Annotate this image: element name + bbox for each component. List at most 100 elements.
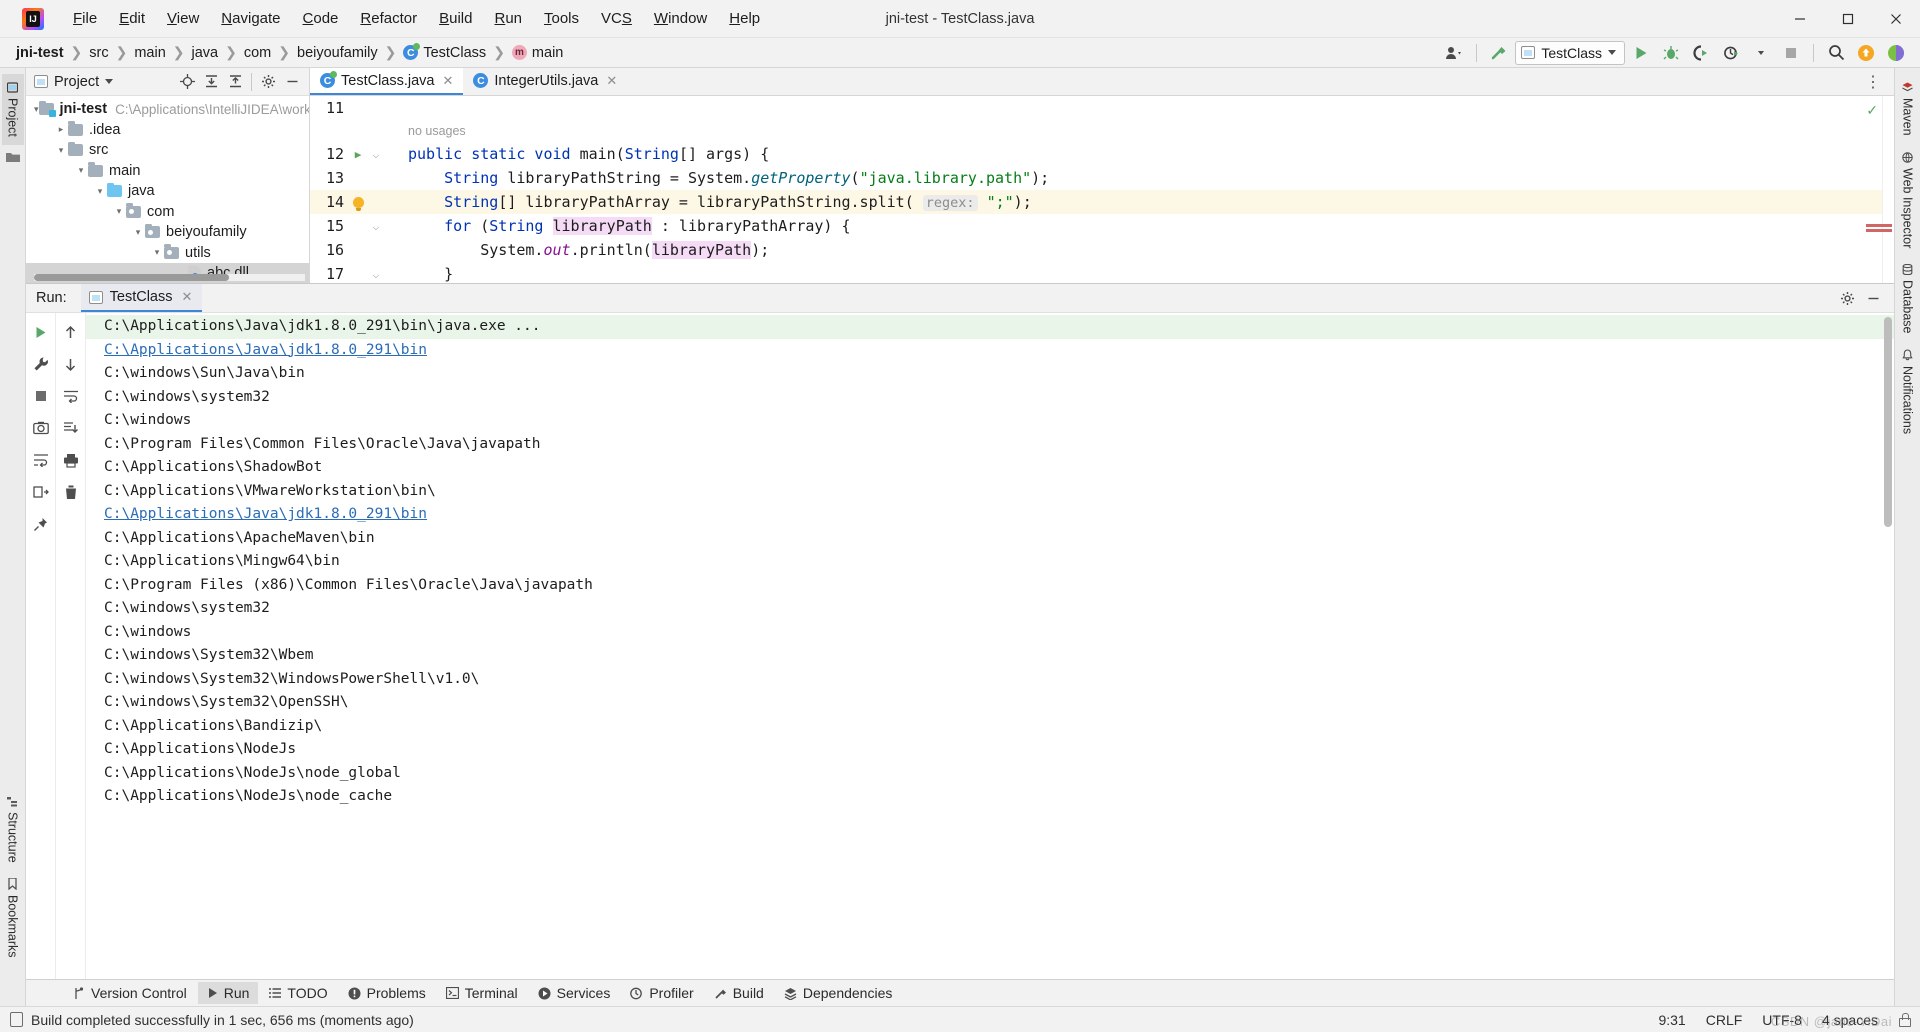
rerun-icon[interactable]	[30, 321, 52, 343]
settings-gear-icon[interactable]	[257, 71, 279, 93]
menu-view[interactable]: View	[156, 6, 210, 31]
readonly-lock-icon[interactable]	[1898, 1012, 1911, 1027]
breadcrumb-item-testclass[interactable]: C TestClass	[399, 43, 490, 63]
profile-button[interactable]	[1717, 41, 1745, 65]
bottom-tab-terminal[interactable]: Terminal	[437, 982, 527, 1004]
caret-position[interactable]: 9:31	[1658, 1012, 1685, 1028]
breadcrumb-item-project[interactable]: jni-test	[12, 43, 68, 63]
tree-item-com[interactable]: ▾ com	[26, 202, 309, 223]
tree-item-java[interactable]: ▾ java	[26, 181, 309, 202]
intention-bulb-icon[interactable]	[350, 196, 366, 211]
run-with-coverage-button[interactable]	[1687, 41, 1715, 65]
more-options-icon[interactable]: ⋮	[1859, 72, 1888, 92]
bottom-tab-profiler[interactable]: Profiler	[621, 982, 702, 1004]
hide-window-icon[interactable]	[1862, 287, 1884, 309]
bottom-tab-todo[interactable]: TODO	[260, 982, 336, 1004]
debug-button[interactable]	[1657, 41, 1685, 65]
chevron-down-icon[interactable]: ▾	[34, 104, 39, 115]
console-line-link[interactable]: C:\Applications\Java\jdk1.8.0_291\bin	[86, 339, 1894, 363]
tree-item-beiyoufamily[interactable]: ▾ beiyoufamily	[26, 222, 309, 243]
bottom-tab-build[interactable]: Build	[705, 982, 773, 1004]
build-hammer-icon[interactable]	[1485, 41, 1513, 65]
menu-refactor[interactable]: Refactor	[349, 6, 428, 31]
tree-item-jni-test[interactable]: ▾ jni-test C:\Applications\IntelliJIDEA\…	[26, 99, 309, 120]
tab-integerutils-java[interactable]: C IntegerUtils.java ✕	[463, 68, 628, 95]
menu-tools[interactable]: Tools	[533, 6, 590, 31]
sidebar-item-web-inspector[interactable]: Web Inspector	[1897, 144, 1919, 256]
export-icon[interactable]	[30, 481, 52, 503]
encoding-indicator[interactable]: UTF-8	[1762, 1012, 1802, 1028]
soft-wrap-lines-icon[interactable]	[60, 385, 82, 407]
update-project-icon[interactable]	[1852, 41, 1880, 65]
run-tab-testclass[interactable]: TestClass ✕	[80, 284, 203, 312]
scroll-up-icon[interactable]	[60, 321, 82, 343]
close-icon[interactable]: ✕	[440, 73, 455, 89]
profile-dropdown-icon[interactable]	[1747, 41, 1775, 65]
close-icon[interactable]: ✕	[604, 73, 619, 89]
expand-all-icon[interactable]	[200, 71, 222, 93]
run-gutter-icon[interactable]: ▶	[350, 148, 366, 161]
editor-scrollbar[interactable]: ✓	[1866, 96, 1894, 283]
project-tree[interactable]: ▾ jni-test C:\Applications\IntelliJIDEA\…	[26, 96, 309, 283]
stop-button[interactable]	[1777, 41, 1805, 65]
tree-horizontal-scrollbar[interactable]	[34, 274, 305, 281]
menu-edit[interactable]: Edit	[108, 6, 156, 31]
maximize-button[interactable]	[1824, 0, 1872, 37]
close-icon[interactable]: ✕	[180, 289, 195, 305]
sidebar-item-structure[interactable]: Structure	[2, 788, 24, 871]
clear-all-icon[interactable]	[60, 481, 82, 503]
search-everywhere-icon[interactable]	[1822, 41, 1850, 65]
hide-window-icon[interactable]	[281, 71, 303, 93]
console-line-link-with-caret[interactable]: C:\Applications\Java\jdk1.8.0_291\bin	[86, 503, 1894, 527]
chevron-down-icon[interactable]: ▾	[74, 165, 88, 176]
settings-wrench-icon[interactable]	[30, 353, 52, 375]
menu-code[interactable]: Code	[292, 6, 350, 31]
indent-indicator[interactable]: 4 spaces	[1822, 1012, 1878, 1028]
bottom-tab-services[interactable]: Services	[529, 982, 620, 1004]
minimize-button[interactable]	[1776, 0, 1824, 37]
close-button[interactable]	[1872, 0, 1920, 37]
menu-vcs[interactable]: VCS	[590, 6, 643, 31]
sidebar-item-database[interactable]: Database	[1897, 256, 1919, 342]
tree-item-main[interactable]: ▾ main	[26, 161, 309, 182]
sidebar-item-notifications[interactable]: Notifications	[1897, 341, 1919, 442]
run-button[interactable]	[1627, 41, 1655, 65]
sidebar-item-maven[interactable]: Maven	[1897, 74, 1919, 144]
bottom-tab-version-control[interactable]: Version Control	[64, 982, 196, 1004]
locate-icon[interactable]	[176, 71, 198, 93]
chevron-down-icon[interactable]: ▾	[150, 247, 164, 258]
scroll-down-icon[interactable]	[60, 353, 82, 375]
collapse-all-icon[interactable]	[224, 71, 246, 93]
scroll-to-end-icon[interactable]	[60, 417, 82, 439]
breadcrumb-item-beiyoufamily[interactable]: beiyoufamily	[293, 43, 382, 63]
line-separator-indicator[interactable]: CRLF	[1706, 1012, 1743, 1028]
chevron-down-icon[interactable]: ▾	[112, 206, 126, 217]
run-configuration-selector[interactable]: TestClass	[1515, 40, 1625, 65]
breadcrumb-item-java[interactable]: java	[188, 43, 223, 63]
code-editor[interactable]: 11 no usages 12 ▶ ⌵ public static void m…	[310, 96, 1894, 283]
tree-item-idea[interactable]: ▸ .idea	[26, 120, 309, 141]
bottom-tab-problems[interactable]: Problems	[339, 982, 435, 1004]
breadcrumb-item-main[interactable]: main	[130, 43, 169, 63]
bottom-tab-run[interactable]: Run	[197, 982, 259, 1004]
user-account-icon[interactable]	[1440, 41, 1468, 65]
code-content[interactable]: 11 no usages 12 ▶ ⌵ public static void m…	[310, 96, 1894, 283]
chevron-down-icon[interactable]: ▾	[131, 227, 145, 238]
console-output[interactable]: C:\Applications\Java\jdk1.8.0_291\bin\ja…	[86, 313, 1894, 979]
sidebar-item-bookmarks[interactable]: Bookmarks	[2, 870, 24, 966]
chevron-down-icon[interactable]: ▾	[54, 145, 68, 156]
menu-navigate[interactable]: Navigate	[210, 6, 291, 31]
breadcrumb-item-com[interactable]: com	[240, 43, 275, 63]
tree-item-src[interactable]: ▾ src	[26, 140, 309, 161]
breadcrumb-item-main-method[interactable]: m main	[508, 43, 567, 63]
chevron-down-icon[interactable]	[105, 79, 114, 84]
menu-window[interactable]: Window	[643, 6, 718, 31]
stop-icon[interactable]	[30, 385, 52, 407]
menu-help[interactable]: Help	[718, 6, 771, 31]
fold-marker-icon[interactable]: ⌵	[366, 219, 386, 233]
ide-assistant-icon[interactable]	[1882, 41, 1910, 65]
pin-icon[interactable]	[30, 513, 52, 535]
menu-file[interactable]: File	[62, 6, 108, 31]
fold-marker-icon[interactable]: ⌵	[366, 147, 386, 161]
fold-marker-icon[interactable]: ⌵	[366, 267, 386, 281]
